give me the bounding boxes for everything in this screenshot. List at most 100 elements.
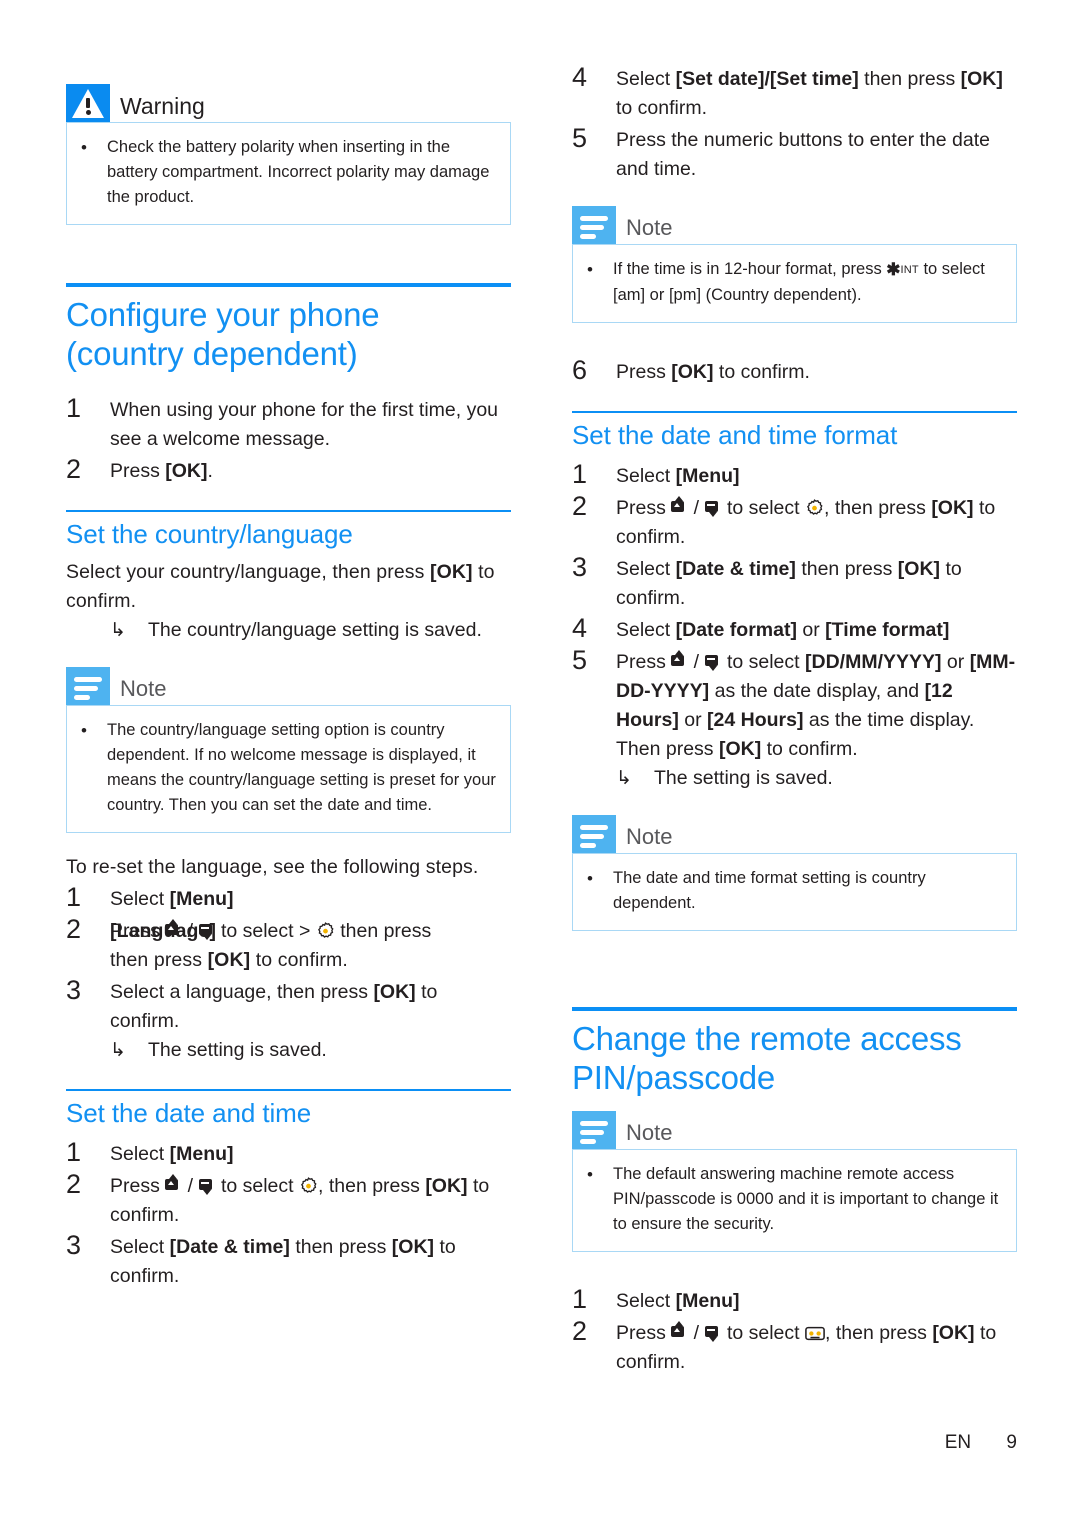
note-item-text: The default answering machine remote acc… <box>613 1165 999 1233</box>
set-date-time-steps-continued: 4 Select [Set date]/[Set time] then pres… <box>572 62 1017 184</box>
settings-gear-icon <box>805 498 824 517</box>
result-arrow-icon: ↳ <box>110 620 126 641</box>
warning-title: Warning <box>120 93 205 119</box>
step-text: Press / to select [DD/MM/YYYY] or [MM-DD… <box>616 650 1016 760</box>
note-lines-icon <box>66 667 110 705</box>
key-menu: [Menu] <box>169 1143 234 1165</box>
result-line: ↳ The country/language setting is saved. <box>110 616 511 645</box>
step-item: 2 Press / to select , then press [OK] to… <box>572 491 1017 552</box>
int-label: INT <box>900 264 919 276</box>
section-title: Set the country/language <box>66 519 353 549</box>
chapter-title: Change the remote access PIN/passcode <box>572 1019 1017 1097</box>
key-menu: [Menu] <box>675 465 740 487</box>
note-box: • The date and time format setting is co… <box>572 853 1017 931</box>
key-ok: [OK] <box>429 561 473 583</box>
note-box: • The country/language setting option is… <box>66 705 511 833</box>
chapter-title-line1: Configure your phone <box>66 296 380 333</box>
note-box: • The default answering machine remote a… <box>572 1149 1017 1252</box>
result-line: ↳ The setting is saved. <box>616 764 1017 793</box>
section-rule <box>66 1089 511 1091</box>
step-number: 2 <box>572 491 588 521</box>
key-ok: [OK] <box>165 460 208 482</box>
note-lines-icon <box>572 1111 616 1149</box>
step-number: 4 <box>572 613 588 643</box>
chapter-title-line2: PIN/passcode <box>572 1059 776 1096</box>
step-item: 2 Press / to select , then press [OK] to… <box>66 1169 511 1230</box>
note-item: • The default answering machine remote a… <box>587 1162 1002 1237</box>
chapter-rule <box>572 1007 1017 1011</box>
key-ok: [OK] <box>373 981 416 1003</box>
step-number: 2 <box>572 1316 588 1346</box>
key-date-time: [Date & time] <box>169 1236 290 1258</box>
step-number: 1 <box>66 393 82 423</box>
step-text: Press the numeric buttons to enter the d… <box>616 129 990 180</box>
note-item-text: If the time is in 12-hour format, press … <box>613 260 985 304</box>
step-text: Select [Date & time] then press [OK] to … <box>616 558 962 609</box>
step-item: 1 Select [Menu] <box>66 882 511 914</box>
settings-gear-icon <box>299 1176 318 1195</box>
step-text: Select a language, then press [OK] to co… <box>110 981 438 1032</box>
nav-up-key-icon <box>165 1174 182 1194</box>
manual-page: Warning • Check the battery polarity whe… <box>0 0 1080 1527</box>
step-text: Press / to select , then press [OK] to c… <box>110 1174 490 1226</box>
step-item: 5 Press / to select [DD/MM/YYYY] or [MM-… <box>572 645 1017 764</box>
bullet-icon: • <box>587 260 593 279</box>
result-arrow-icon: ↳ <box>110 1040 126 1061</box>
step-item: 3 Select [Date & time] then press [OK] t… <box>572 552 1017 613</box>
step-number: 4 <box>572 62 588 92</box>
chapter-rule <box>66 283 511 287</box>
result-text: The setting is saved. <box>148 1039 327 1061</box>
nav-down-key-icon <box>704 1323 722 1342</box>
step-number: 1 <box>66 882 82 912</box>
note-callout-header: Note <box>572 1111 1017 1149</box>
nav-up-key-icon <box>671 496 688 516</box>
bullet-icon: • <box>587 1165 593 1184</box>
key-menu: [Menu] <box>169 888 234 910</box>
section-title: Set the date and time <box>66 1098 312 1128</box>
step-text: Select [Date & time] then press [OK] to … <box>110 1236 456 1287</box>
key-ok: [OK] <box>932 1322 975 1344</box>
section-title: Set the date and time format <box>572 420 898 450</box>
warning-callout-header: Warning <box>66 84 511 122</box>
step-item: 2 Press / to select , then press [OK] to… <box>572 1316 1017 1377</box>
note-item: • The country/language setting option is… <box>81 718 496 818</box>
warning-triangle-icon <box>66 84 110 122</box>
result-text: The setting is saved. <box>654 767 833 789</box>
step-item: 2 Press [OK]. <box>66 454 511 486</box>
country-language-paragraph: Select your country/language, then press… <box>66 561 495 612</box>
step-number: 1 <box>572 1284 588 1314</box>
right-column: 4 Select [Set date]/[Set time] then pres… <box>572 62 1017 1377</box>
note-title: Note <box>120 676 167 701</box>
step-number: 5 <box>572 123 588 153</box>
note-callout-header: Note <box>572 206 1017 244</box>
note-lines-icon <box>572 815 616 853</box>
footer-language: EN <box>944 1432 972 1453</box>
key-ok: [OK] <box>960 68 1003 90</box>
change-pin-steps: 1 Select [Menu] 2 Press / to select , th… <box>572 1284 1017 1377</box>
step-item: 1 When using your phone for the first ti… <box>66 393 511 454</box>
reset-language-intro: To re-set the language, see the followin… <box>66 856 479 878</box>
key-ok: [OK] <box>391 1236 435 1258</box>
chapter-title-line1: Change the remote access <box>572 1020 962 1057</box>
step-number: 5 <box>572 645 588 675</box>
key-24-hours: [24 Hours] <box>707 709 804 731</box>
note-callout-country: Note • The country/language setting opti… <box>66 667 511 833</box>
warning-box: • Check the battery polarity when insert… <box>66 122 511 225</box>
step-number: 1 <box>572 459 588 489</box>
chapter-title: Configure your phone (country dependent) <box>66 295 511 373</box>
key-ok: [OK] <box>671 361 714 383</box>
note-callout-header: Note <box>572 815 1017 853</box>
section-date-time-format: Set the date and time format <box>572 411 1017 451</box>
step-number: 1 <box>66 1137 82 1167</box>
step-text: Select [Menu] <box>616 465 740 487</box>
note-callout-12hour: Note • If the time is in 12-hour format,… <box>572 206 1017 323</box>
step-text: When using your phone for the first time… <box>110 399 499 450</box>
step-number: 3 <box>66 1230 82 1260</box>
step-6-group: 6 Press [OK] to confirm. <box>572 355 1017 387</box>
set-date-time-steps: 1 Select [Menu] 2 Press / to select , th… <box>66 1137 511 1291</box>
note-box: • If the time is in 12-hour format, pres… <box>572 244 1017 323</box>
key-time-format: [Time format] <box>825 619 950 641</box>
key-am: [am] <box>613 286 646 304</box>
chapter-change-pin: Change the remote access PIN/passcode <box>572 1007 1017 1097</box>
note-item-text: The date and time format setting is coun… <box>613 869 926 912</box>
